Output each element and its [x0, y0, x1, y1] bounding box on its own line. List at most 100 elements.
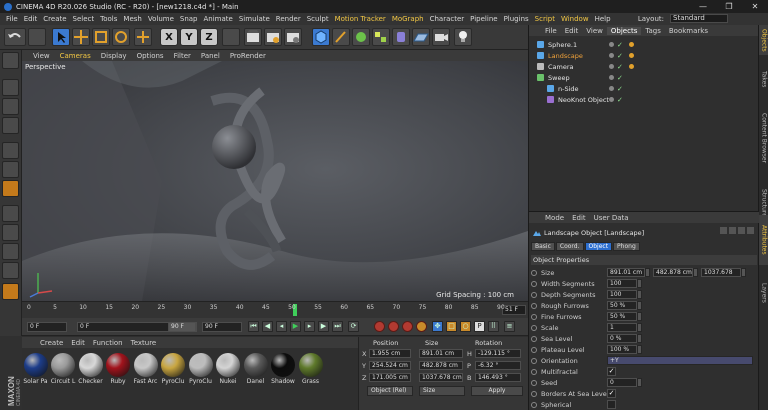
minimize-button[interactable]: —	[690, 0, 716, 13]
editor-visibility-dot[interactable]	[609, 86, 614, 91]
object-row[interactable]: Sphere.1 ✓	[529, 39, 759, 50]
apply-button[interactable]: Apply	[471, 386, 523, 396]
attribute-value-field[interactable]: 0	[607, 378, 637, 387]
autokeying-icon[interactable]	[388, 321, 399, 332]
tag-icon[interactable]	[629, 53, 634, 58]
value-spinner[interactable]	[645, 268, 650, 277]
menu-create[interactable]: Create	[40, 15, 69, 23]
record-parameter-icon[interactable]: P	[474, 321, 485, 332]
attribute-checkbox[interactable]: ✓	[607, 389, 616, 398]
y-axis-lock-icon[interactable]: Y	[180, 28, 198, 46]
menu-simulate[interactable]: Simulate	[236, 15, 273, 23]
animate-radio[interactable]	[531, 292, 537, 298]
value-spinner[interactable]	[637, 378, 642, 387]
texture-mode-icon[interactable]	[2, 98, 19, 115]
coordinate-system-icon[interactable]	[222, 28, 240, 46]
camera-icon[interactable]	[432, 28, 450, 46]
visibility-check-icon[interactable]: ✓	[617, 52, 623, 60]
position-field[interactable]: 254.524 cm	[369, 361, 411, 370]
material-swatch[interactable]: Checker	[77, 353, 104, 385]
attribute-value-field[interactable]: 1037.678	[701, 268, 741, 277]
points-mode-icon[interactable]	[2, 142, 19, 159]
next-frame-icon[interactable]: ▸	[304, 321, 315, 332]
render-view-icon[interactable]	[244, 28, 262, 46]
subdivision-surface-icon[interactable]	[352, 28, 370, 46]
animate-radio[interactable]	[531, 314, 537, 320]
menu-pipeline[interactable]: Pipeline	[467, 15, 500, 23]
animate-radio[interactable]	[531, 281, 537, 287]
menu-file[interactable]: File	[3, 15, 21, 23]
object-row[interactable]: n-Side ✓	[529, 83, 759, 94]
side-tab-objects[interactable]: Objects	[759, 25, 768, 55]
material-preview-ball[interactable]	[298, 353, 323, 377]
object-menu-file[interactable]: File	[541, 27, 561, 35]
animate-radio[interactable]	[531, 325, 537, 331]
preview-end-field[interactable]: 90 F	[168, 322, 196, 332]
value-spinner[interactable]	[637, 279, 642, 288]
value-spinner[interactable]	[637, 312, 642, 321]
attribute-menu-mode[interactable]: Mode	[541, 214, 568, 222]
animate-radio[interactable]	[531, 336, 537, 342]
attribute-tab-coord[interactable]: Coord.	[555, 242, 584, 251]
rotation-field[interactable]: 146.493 °	[475, 373, 521, 382]
solo-mode-icon[interactable]	[2, 262, 19, 279]
enable-axis-icon[interactable]	[2, 205, 19, 222]
attribute-checkbox[interactable]	[607, 400, 616, 409]
keyframe-selection-icon[interactable]	[402, 321, 413, 332]
attribute-value-field[interactable]: 50 %	[607, 301, 637, 310]
menu-select[interactable]: Select	[70, 15, 98, 23]
up-icon[interactable]	[729, 227, 736, 234]
attribute-value-field[interactable]: 482.878 cm	[653, 268, 693, 277]
material-swatch[interactable]: PyroClu	[160, 353, 187, 385]
timeline-layout-icon[interactable]: ≡	[504, 321, 515, 332]
attribute-dropdown[interactable]: +Y	[607, 356, 753, 365]
light-icon[interactable]	[454, 28, 472, 46]
visibility-check-icon[interactable]: ✓	[617, 96, 623, 104]
size-field[interactable]: 482.878 cm	[419, 361, 463, 370]
editor-visibility-dot[interactable]	[609, 97, 614, 102]
attribute-value-field[interactable]: 50 %	[607, 312, 637, 321]
cube-object-icon[interactable]	[312, 28, 330, 46]
bend-deformer-icon[interactable]	[392, 28, 410, 46]
material-preview-ball[interactable]	[271, 353, 295, 377]
z-axis-lock-icon[interactable]: Z	[200, 28, 218, 46]
lock-icon[interactable]	[738, 227, 745, 234]
object-row[interactable]: Landscape ✓	[529, 50, 759, 61]
side-tab-layers[interactable]: Layers	[759, 270, 768, 315]
scale-tool-icon[interactable]	[92, 28, 110, 46]
menu-help[interactable]: Help	[592, 15, 614, 23]
menu-window[interactable]: Window	[558, 15, 592, 23]
editor-visibility-dot[interactable]	[609, 75, 614, 80]
attribute-menu-user-data[interactable]: User Data	[590, 214, 633, 222]
record-rotation-icon[interactable]: ○	[460, 321, 471, 332]
value-spinner[interactable]	[637, 301, 642, 310]
undo-icon[interactable]	[4, 28, 26, 46]
render-settings-icon[interactable]	[284, 28, 302, 46]
snap-icon[interactable]	[2, 243, 19, 260]
x-axis-lock-icon[interactable]: X	[160, 28, 178, 46]
visibility-check-icon[interactable]: ✓	[617, 41, 623, 49]
end-frame-field[interactable]: 90 F	[202, 322, 242, 332]
tag-icon[interactable]	[629, 64, 634, 69]
animate-radio[interactable]	[531, 270, 537, 276]
record-keys-icon[interactable]	[374, 321, 385, 332]
side-tab-attributes[interactable]: Attributes	[759, 215, 768, 265]
editor-visibility-dot[interactable]	[609, 42, 614, 47]
floor-icon[interactable]	[412, 28, 430, 46]
timeline[interactable]: 51 F 0 5 10 15 20 25 30 35 40 45 50 55 60 65 70 75 80 85 9…	[22, 301, 528, 318]
viewport-menu-panel[interactable]: Panel	[196, 52, 225, 60]
animate-radio[interactable]	[531, 303, 537, 309]
menu-snap[interactable]: Snap	[177, 15, 201, 23]
value-spinner[interactable]	[637, 323, 642, 332]
attribute-value-field[interactable]: 100	[607, 290, 637, 299]
attribute-value-field[interactable]: 0 %	[607, 334, 637, 343]
menu-sculpt[interactable]: Sculpt	[304, 15, 332, 23]
move-tool-icon[interactable]	[52, 28, 70, 46]
value-spinner[interactable]	[637, 290, 642, 299]
array-icon[interactable]	[372, 28, 390, 46]
menu-mesh[interactable]: Mesh	[120, 15, 144, 23]
value-spinner[interactable]	[637, 345, 642, 354]
size-mode-dropdown[interactable]: Size	[419, 386, 465, 396]
value-spinner[interactable]	[741, 268, 746, 277]
viewport-perspective[interactable]: Perspective Grid Spacing : 100 cm	[22, 61, 528, 301]
